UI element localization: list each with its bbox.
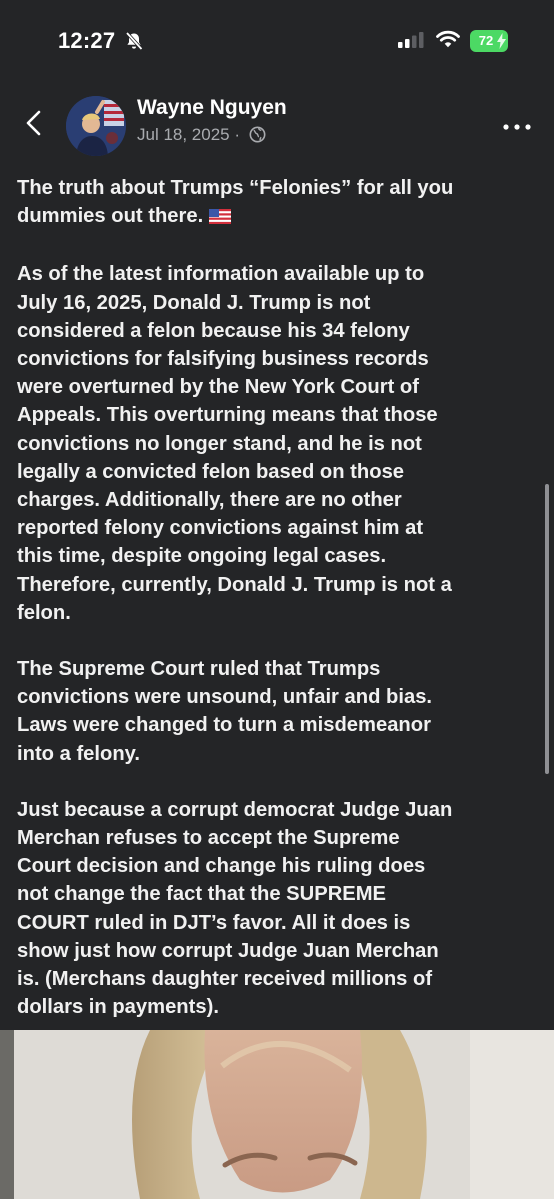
- status-time: 12:27: [58, 28, 116, 53]
- text-line: Merchan refuses to accept the Supreme: [17, 827, 400, 850]
- text-line: The truth about Trumps “Felonies” for al…: [17, 177, 454, 199]
- text-line: felon.: [17, 601, 71, 624]
- battery-icon: 72: [470, 30, 508, 52]
- text-line: charges. Additionally, there are no othe…: [17, 489, 402, 512]
- photo-border: [0, 1030, 14, 1199]
- text-line: The Supreme Court ruled that Trumps: [17, 658, 381, 681]
- post-screen: 12:27 72 Wayne Nguyen Jul 18, 2025 · The…: [0, 0, 554, 1199]
- text-line: legally a convicted felon based on those: [17, 460, 405, 483]
- us-flag-emoji: [209, 204, 232, 232]
- bell-off-icon: [124, 31, 144, 56]
- text-line: into a felony.: [17, 742, 140, 765]
- text-line: convictions no longer stand, and he is n…: [17, 432, 422, 455]
- text-line: Appeals. This overturning means that tho…: [17, 404, 438, 427]
- post-date[interactable]: Jul 18, 2025 ·: [137, 125, 240, 144]
- text-line: dollars in payments).: [17, 996, 219, 1019]
- text-line: not change the fact that the SUPREME: [17, 883, 387, 906]
- author-name[interactable]: Wayne Nguyen: [137, 96, 287, 120]
- post-photo[interactable]: [0, 1030, 554, 1199]
- cellular-signal-icon: [398, 32, 424, 53]
- text-line: reported felony convictions against him …: [17, 517, 424, 540]
- paragraph: As of the latest information available u…: [17, 260, 542, 627]
- back-chevron-icon[interactable]: [20, 104, 48, 142]
- text-line: COURT ruled in DJT’s favor. All it does …: [17, 911, 411, 934]
- post-text: The truth about Trumps “Felonies” for al…: [17, 174, 542, 1021]
- paragraph: Just because a corrupt democrat Judge Ju…: [17, 796, 542, 1022]
- text-line: convictions were unsound, unfair and bia…: [17, 686, 433, 709]
- photo-image: [14, 1030, 554, 1199]
- text-line: were overturned by the New York Court of: [17, 376, 419, 399]
- post-meta: Jul 18, 2025 ·: [137, 125, 266, 148]
- charging-bolt-icon: [497, 33, 506, 56]
- text-line-with-emoji: dummies out there.: [17, 202, 542, 232]
- avatar[interactable]: [66, 96, 126, 156]
- text-line: considered a felon because his 34 felony: [17, 319, 410, 342]
- text-line: Just because a corrupt democrat Judge Ju…: [17, 798, 453, 821]
- more-icon[interactable]: [502, 118, 532, 130]
- text-line: is. (Merchans daughter received millions…: [17, 968, 433, 991]
- battery-level: 72: [478, 33, 494, 48]
- text-line: convictions for falsifying business reco…: [17, 348, 429, 371]
- wifi-icon: [436, 30, 460, 53]
- text-line: As of the latest information available u…: [17, 263, 425, 286]
- text-line: Laws were changed to turn a misdemeanor: [17, 714, 431, 737]
- paragraph: The Supreme Court ruled that Trumps conv…: [17, 655, 542, 768]
- text-line: show just how corrupt Judge Juan Merchan: [17, 939, 439, 962]
- scrollbar[interactable]: [545, 484, 549, 774]
- text-line: this time, despite ongoing legal cases.: [17, 545, 387, 568]
- status-bar: 12:27 72: [0, 0, 554, 80]
- text-line: Court decision and change his ruling doe…: [17, 855, 426, 878]
- text-line: dummies out there.: [17, 205, 204, 228]
- text-line: Therefore, currently, Donald J. Trump is…: [17, 573, 452, 596]
- text-line: July 16, 2025, Donald J. Trump is not: [17, 291, 371, 314]
- paragraph: The truth about Trumps “Felonies” for al…: [17, 174, 542, 232]
- globe-icon: [249, 126, 266, 148]
